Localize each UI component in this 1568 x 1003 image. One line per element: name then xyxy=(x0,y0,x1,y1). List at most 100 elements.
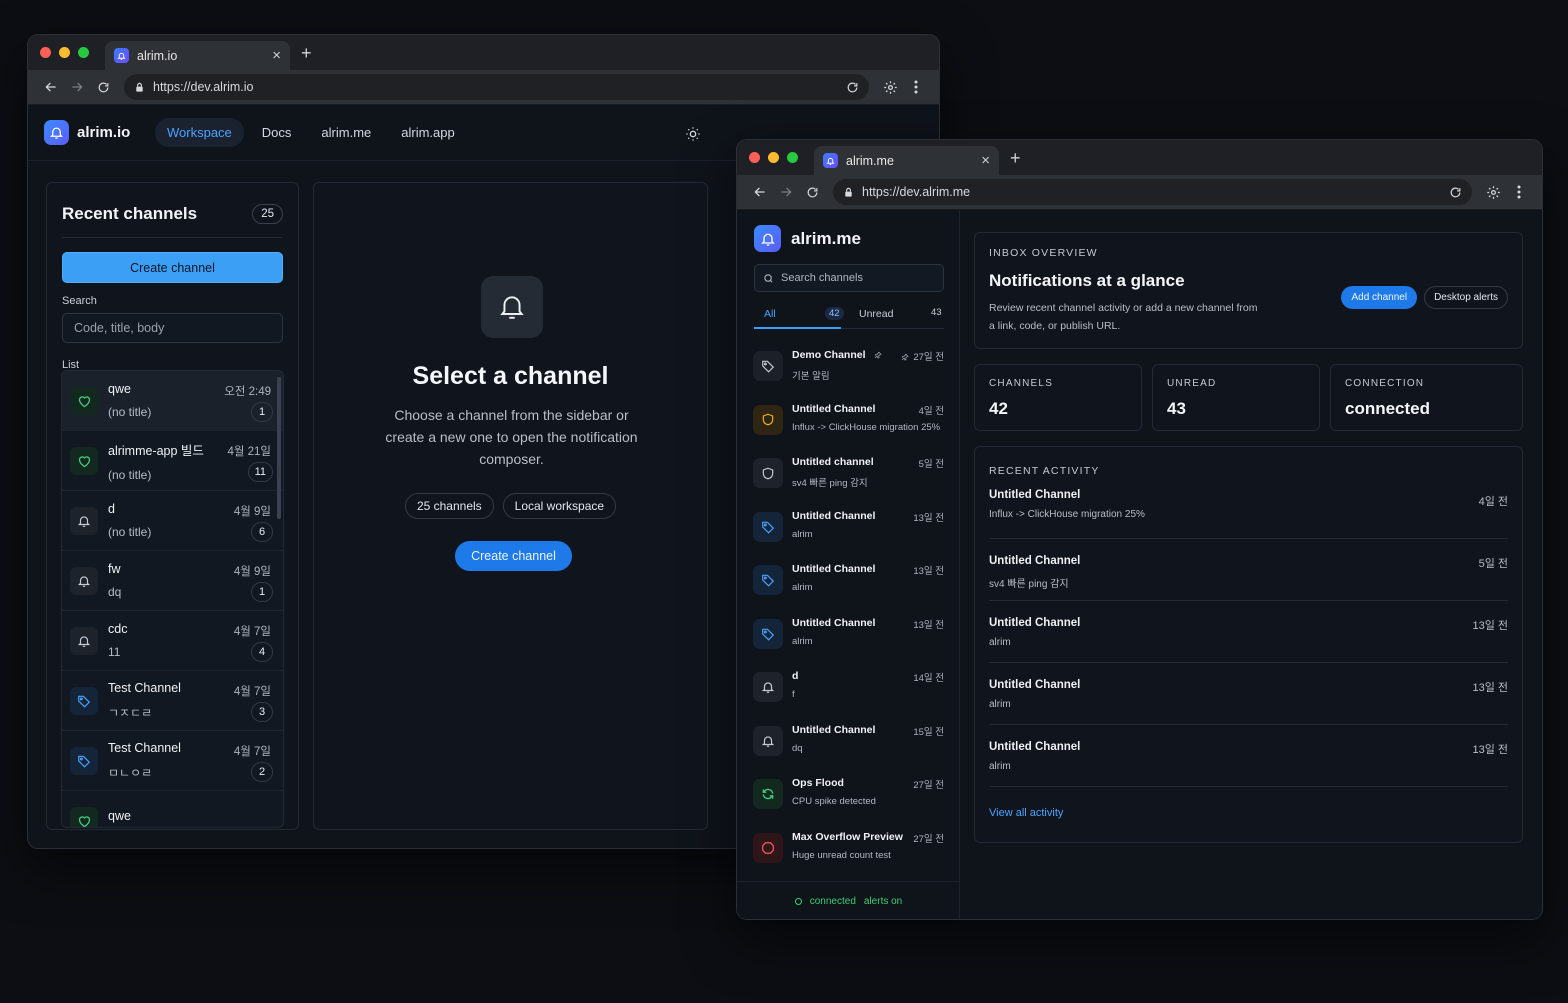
channel-time: 4일 전 xyxy=(919,403,944,417)
empty-title: Select a channel xyxy=(412,362,609,390)
channel-list[interactable]: qwe (no title) 오전 2:49 1 alrimme-app 빌드 (no t… xyxy=(61,370,284,828)
bell-icon xyxy=(753,725,783,756)
close-icon[interactable]: × xyxy=(272,48,281,63)
channel-list-item[interactable]: fw dq 4월 9일 1 xyxy=(62,551,283,611)
nav-docs[interactable]: Docs xyxy=(250,118,304,147)
close-window-button[interactable] xyxy=(40,47,51,58)
tab-title: alrim.me xyxy=(846,153,894,168)
url-field[interactable]: https://dev.alrim.io xyxy=(124,74,869,100)
inbox-list-item[interactable]: d f 14일 전 xyxy=(751,662,948,716)
inbox-list-item[interactable]: Ops Flood CPU spike detected 27일 전 xyxy=(751,769,948,823)
stat-value: 42 xyxy=(989,399,1008,418)
maximize-window-button[interactable] xyxy=(787,152,798,163)
back-arrow-icon[interactable] xyxy=(747,185,773,199)
reload-icon[interactable] xyxy=(90,81,116,94)
browser-window-alrim-me: alrim.me × + https://dev.alrim.me alrim.… xyxy=(736,139,1543,920)
channel-name-text: Untitled channel xyxy=(792,456,874,468)
search-input[interactable]: Code, title, body xyxy=(62,313,283,343)
tab-unread[interactable]: Unread xyxy=(859,308,893,320)
browser-tab[interactable]: alrim.me × xyxy=(814,146,999,175)
reload-icon[interactable] xyxy=(799,186,825,199)
back-arrow-icon[interactable] xyxy=(38,80,64,94)
search-label: Search xyxy=(62,295,97,307)
info-chips: 25 channels Local workspace xyxy=(314,493,707,519)
channel-subtitle: alrim xyxy=(792,635,813,647)
filter-tabs: All 42 Unread 43 xyxy=(754,305,944,329)
close-icon[interactable]: × xyxy=(981,153,990,168)
create-channel-button[interactable]: Create channel xyxy=(455,541,572,571)
bell-icon xyxy=(823,153,838,168)
inbox-channel-list[interactable]: Demo Channel 기본 알림 27일 전 Untitled Channel I… xyxy=(751,341,948,876)
desktop-alerts-button[interactable]: Desktop alerts xyxy=(1424,286,1508,309)
inbox-list-item[interactable]: Max Overflow Preview Huge unread count te… xyxy=(751,823,948,877)
activity-channel-name: Untitled Channel xyxy=(989,679,1081,691)
inbox-list-item[interactable]: Untitled Channel alrim 13일 전 xyxy=(751,502,948,556)
reload-icon[interactable] xyxy=(846,81,859,94)
channel-list-item[interactable]: qwe (no title) 오전 2:49 1 xyxy=(62,371,283,431)
minimize-window-button[interactable] xyxy=(59,47,70,58)
sun-icon[interactable] xyxy=(685,126,701,142)
browser-tab[interactable]: alrim.io × xyxy=(105,41,290,70)
channel-time: 13일 전 xyxy=(913,510,944,524)
inbox-list-item[interactable]: Untitled Channel alrim 13일 전 xyxy=(751,555,948,609)
channel-list-item[interactable]: Test Channel ㄱㅈㄷㄹ 4월 7일 3 xyxy=(62,671,283,731)
channel-time: 오전 2:49 xyxy=(224,386,271,398)
new-tab-button[interactable]: + xyxy=(301,44,312,62)
channel-list-item[interactable]: qwe xyxy=(62,791,283,827)
nav-alrim-me[interactable]: alrim.me xyxy=(309,118,383,147)
activity-message: alrim xyxy=(989,637,1011,648)
activity-time: 13일 전 xyxy=(1472,620,1508,632)
activity-row[interactable]: Untitled Channel sv4 빠른 ping 감지 5일 전 xyxy=(989,539,1508,601)
channel-time-text: 4일 전 xyxy=(918,405,944,417)
channel-list-item[interactable]: cdc 11 4월 7일 4 xyxy=(62,611,283,671)
new-tab-button[interactable]: + xyxy=(1010,149,1021,167)
minimize-window-button[interactable] xyxy=(768,152,779,163)
close-window-button[interactable] xyxy=(749,152,760,163)
scrollbar-thumb[interactable] xyxy=(277,377,281,519)
reload-icon[interactable] xyxy=(1449,186,1462,199)
inbox-list-item[interactable]: Untitled Channel dq 15일 전 xyxy=(751,716,948,770)
activity-message: alrim xyxy=(989,761,1011,772)
inbox-list-item[interactable]: Untitled channel sv4 빠른 ping 감지 5일 전 xyxy=(751,448,948,502)
nav-workspace[interactable]: Workspace xyxy=(155,118,244,147)
tab-all[interactable]: All xyxy=(764,308,776,320)
activity-row[interactable]: Untitled Channel alrim 13일 전 xyxy=(989,663,1508,725)
create-channel-button[interactable]: Create channel xyxy=(62,252,283,283)
unread-count-badge: 43 xyxy=(931,307,942,318)
activity-row[interactable]: Untitled Channel Influx -> ClickHouse mig… xyxy=(989,477,1508,539)
inbox-list-item[interactable]: Untitled Channel alrim 13일 전 xyxy=(751,609,948,663)
url-field[interactable]: https://dev.alrim.me xyxy=(833,179,1472,205)
inbox-list-item[interactable]: Untitled Channel Influx -> ClickHouse mig… xyxy=(751,395,948,449)
channel-subtitle: alrim xyxy=(792,528,813,540)
settings-gear-icon[interactable] xyxy=(877,80,903,95)
channel-time: 13일 전 xyxy=(913,617,944,631)
nav-alrim-app[interactable]: alrim.app xyxy=(389,118,466,147)
brand-name[interactable]: alrim.io xyxy=(77,124,145,141)
shield-icon xyxy=(753,458,783,488)
search-input[interactable]: Search channels xyxy=(754,264,944,292)
channel-subtitle: ㄱㅈㄷㄹ xyxy=(108,705,153,720)
more-vertical-icon[interactable] xyxy=(1506,185,1532,199)
channel-list-item[interactable]: d (no title) 4월 9일 6 xyxy=(62,491,283,551)
forward-arrow-icon[interactable] xyxy=(64,80,90,94)
url-text: https://dev.alrim.me xyxy=(862,185,971,199)
view-all-activity-link[interactable]: View all activity xyxy=(989,807,1508,819)
empty-description: Choose a channel from the sidebar or cre… xyxy=(385,407,638,467)
maximize-window-button[interactable] xyxy=(78,47,89,58)
activity-row[interactable]: Untitled Channel alrim 13일 전 xyxy=(989,601,1508,663)
channel-list-item[interactable]: Test Channel ㅁㄴㅇㄹ 4월 7일 2 xyxy=(62,731,283,791)
brand-name[interactable]: alrim.me xyxy=(791,229,861,249)
window-controls xyxy=(40,47,89,58)
forward-arrow-icon[interactable] xyxy=(773,185,799,199)
unread-count-badge: 1 xyxy=(251,402,273,422)
channel-name-text: Untitled Channel xyxy=(792,402,876,415)
settings-gear-icon[interactable] xyxy=(1480,185,1506,200)
channel-time-text: 27일 전 xyxy=(913,833,944,845)
add-channel-button[interactable]: Add channel xyxy=(1341,286,1418,309)
more-vertical-icon[interactable] xyxy=(903,80,929,94)
channel-list-item[interactable]: alrimme-app 빌드 (no title) 4월 21일 11 xyxy=(62,431,283,491)
activity-row[interactable]: Untitled Channel alrim 13일 전 xyxy=(989,725,1508,787)
inbox-list-item[interactable]: Demo Channel 기본 알림 27일 전 xyxy=(751,341,948,395)
search-icon xyxy=(764,273,773,283)
channel-name-text: Untitled Channel xyxy=(792,723,876,736)
